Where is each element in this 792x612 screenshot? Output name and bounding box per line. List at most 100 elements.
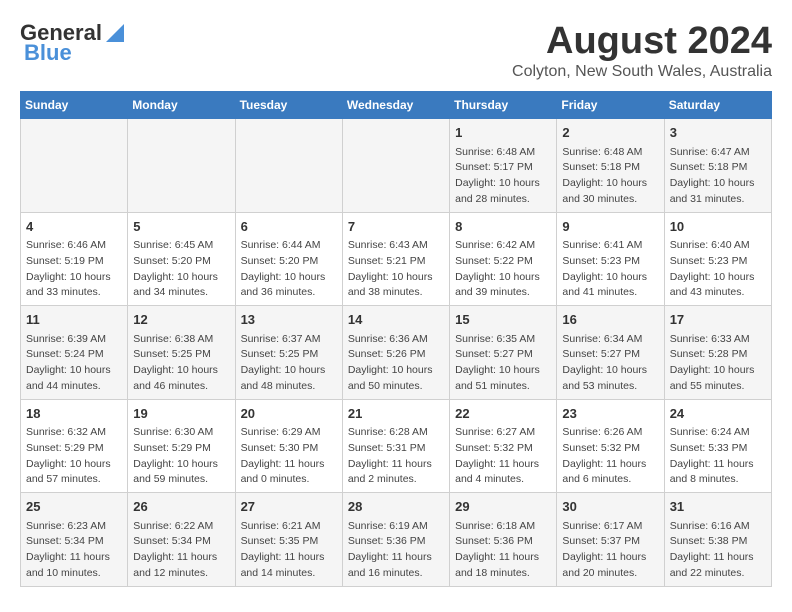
day-info: Sunrise: 6:34 AM Sunset: 5:27 PM Dayligh… <box>562 332 658 395</box>
day-info: Sunrise: 6:35 AM Sunset: 5:27 PM Dayligh… <box>455 332 551 395</box>
calendar-cell: 1Sunrise: 6:48 AM Sunset: 5:17 PM Daylig… <box>450 119 557 213</box>
column-header-saturday: Saturday <box>664 92 771 119</box>
day-info: Sunrise: 6:37 AM Sunset: 5:25 PM Dayligh… <box>241 332 337 395</box>
calendar-cell: 19Sunrise: 6:30 AM Sunset: 5:29 PM Dayli… <box>128 399 235 493</box>
column-header-sunday: Sunday <box>21 92 128 119</box>
calendar-cell: 25Sunrise: 6:23 AM Sunset: 5:34 PM Dayli… <box>21 493 128 587</box>
calendar-cell: 30Sunrise: 6:17 AM Sunset: 5:37 PM Dayli… <box>557 493 664 587</box>
day-number: 26 <box>133 497 229 517</box>
day-number: 16 <box>562 310 658 330</box>
day-number: 7 <box>348 217 444 237</box>
day-info: Sunrise: 6:16 AM Sunset: 5:38 PM Dayligh… <box>670 519 766 582</box>
day-number: 27 <box>241 497 337 517</box>
calendar-cell: 28Sunrise: 6:19 AM Sunset: 5:36 PM Dayli… <box>342 493 449 587</box>
calendar-cell <box>21 119 128 213</box>
calendar-cell: 29Sunrise: 6:18 AM Sunset: 5:36 PM Dayli… <box>450 493 557 587</box>
day-info: Sunrise: 6:41 AM Sunset: 5:23 PM Dayligh… <box>562 238 658 301</box>
calendar-cell <box>342 119 449 213</box>
title-area: August 2024 Colyton, New South Wales, Au… <box>512 20 772 81</box>
day-number: 5 <box>133 217 229 237</box>
day-info: Sunrise: 6:46 AM Sunset: 5:19 PM Dayligh… <box>26 238 122 301</box>
day-number: 29 <box>455 497 551 517</box>
calendar-cell: 9Sunrise: 6:41 AM Sunset: 5:23 PM Daylig… <box>557 212 664 306</box>
day-info: Sunrise: 6:38 AM Sunset: 5:25 PM Dayligh… <box>133 332 229 395</box>
day-number: 23 <box>562 404 658 424</box>
calendar-cell: 15Sunrise: 6:35 AM Sunset: 5:27 PM Dayli… <box>450 306 557 400</box>
calendar-cell: 10Sunrise: 6:40 AM Sunset: 5:23 PM Dayli… <box>664 212 771 306</box>
day-info: Sunrise: 6:48 AM Sunset: 5:17 PM Dayligh… <box>455 145 551 208</box>
logo: General Blue <box>20 20 124 66</box>
day-number: 19 <box>133 404 229 424</box>
calendar-cell <box>235 119 342 213</box>
column-header-thursday: Thursday <box>450 92 557 119</box>
calendar-body: 1Sunrise: 6:48 AM Sunset: 5:17 PM Daylig… <box>21 119 772 587</box>
calendar-cell: 6Sunrise: 6:44 AM Sunset: 5:20 PM Daylig… <box>235 212 342 306</box>
day-info: Sunrise: 6:39 AM Sunset: 5:24 PM Dayligh… <box>26 332 122 395</box>
day-info: Sunrise: 6:42 AM Sunset: 5:22 PM Dayligh… <box>455 238 551 301</box>
day-number: 22 <box>455 404 551 424</box>
calendar-cell: 5Sunrise: 6:45 AM Sunset: 5:20 PM Daylig… <box>128 212 235 306</box>
week-row-5: 25Sunrise: 6:23 AM Sunset: 5:34 PM Dayli… <box>21 493 772 587</box>
calendar-cell: 31Sunrise: 6:16 AM Sunset: 5:38 PM Dayli… <box>664 493 771 587</box>
day-number: 8 <box>455 217 551 237</box>
day-number: 3 <box>670 123 766 143</box>
day-number: 30 <box>562 497 658 517</box>
day-info: Sunrise: 6:27 AM Sunset: 5:32 PM Dayligh… <box>455 425 551 488</box>
day-info: Sunrise: 6:21 AM Sunset: 5:35 PM Dayligh… <box>241 519 337 582</box>
day-info: Sunrise: 6:19 AM Sunset: 5:36 PM Dayligh… <box>348 519 444 582</box>
sub-title: Colyton, New South Wales, Australia <box>512 63 772 81</box>
day-number: 10 <box>670 217 766 237</box>
day-info: Sunrise: 6:40 AM Sunset: 5:23 PM Dayligh… <box>670 238 766 301</box>
calendar-cell: 23Sunrise: 6:26 AM Sunset: 5:32 PM Dayli… <box>557 399 664 493</box>
day-info: Sunrise: 6:26 AM Sunset: 5:32 PM Dayligh… <box>562 425 658 488</box>
calendar-cell: 3Sunrise: 6:47 AM Sunset: 5:18 PM Daylig… <box>664 119 771 213</box>
calendar-cell: 11Sunrise: 6:39 AM Sunset: 5:24 PM Dayli… <box>21 306 128 400</box>
day-info: Sunrise: 6:48 AM Sunset: 5:18 PM Dayligh… <box>562 145 658 208</box>
day-info: Sunrise: 6:28 AM Sunset: 5:31 PM Dayligh… <box>348 425 444 488</box>
day-number: 20 <box>241 404 337 424</box>
column-header-friday: Friday <box>557 92 664 119</box>
page-header: General Blue August 2024 Colyton, New So… <box>20 20 772 81</box>
day-info: Sunrise: 6:24 AM Sunset: 5:33 PM Dayligh… <box>670 425 766 488</box>
day-number: 12 <box>133 310 229 330</box>
calendar-cell: 18Sunrise: 6:32 AM Sunset: 5:29 PM Dayli… <box>21 399 128 493</box>
day-info: Sunrise: 6:30 AM Sunset: 5:29 PM Dayligh… <box>133 425 229 488</box>
column-header-monday: Monday <box>128 92 235 119</box>
day-info: Sunrise: 6:44 AM Sunset: 5:20 PM Dayligh… <box>241 238 337 301</box>
week-row-4: 18Sunrise: 6:32 AM Sunset: 5:29 PM Dayli… <box>21 399 772 493</box>
calendar-table: SundayMondayTuesdayWednesdayThursdayFrid… <box>20 91 772 587</box>
day-info: Sunrise: 6:17 AM Sunset: 5:37 PM Dayligh… <box>562 519 658 582</box>
calendar-cell: 12Sunrise: 6:38 AM Sunset: 5:25 PM Dayli… <box>128 306 235 400</box>
day-number: 6 <box>241 217 337 237</box>
logo-blue: Blue <box>20 40 72 66</box>
calendar-cell: 8Sunrise: 6:42 AM Sunset: 5:22 PM Daylig… <box>450 212 557 306</box>
day-info: Sunrise: 6:33 AM Sunset: 5:28 PM Dayligh… <box>670 332 766 395</box>
calendar-cell: 4Sunrise: 6:46 AM Sunset: 5:19 PM Daylig… <box>21 212 128 306</box>
day-number: 28 <box>348 497 444 517</box>
day-info: Sunrise: 6:32 AM Sunset: 5:29 PM Dayligh… <box>26 425 122 488</box>
week-row-3: 11Sunrise: 6:39 AM Sunset: 5:24 PM Dayli… <box>21 306 772 400</box>
calendar-cell: 7Sunrise: 6:43 AM Sunset: 5:21 PM Daylig… <box>342 212 449 306</box>
column-header-tuesday: Tuesday <box>235 92 342 119</box>
day-info: Sunrise: 6:22 AM Sunset: 5:34 PM Dayligh… <box>133 519 229 582</box>
calendar-cell: 24Sunrise: 6:24 AM Sunset: 5:33 PM Dayli… <box>664 399 771 493</box>
calendar-cell: 16Sunrise: 6:34 AM Sunset: 5:27 PM Dayli… <box>557 306 664 400</box>
day-info: Sunrise: 6:36 AM Sunset: 5:26 PM Dayligh… <box>348 332 444 395</box>
day-number: 15 <box>455 310 551 330</box>
day-info: Sunrise: 6:29 AM Sunset: 5:30 PM Dayligh… <box>241 425 337 488</box>
day-number: 2 <box>562 123 658 143</box>
calendar-cell: 17Sunrise: 6:33 AM Sunset: 5:28 PM Dayli… <box>664 306 771 400</box>
day-info: Sunrise: 6:43 AM Sunset: 5:21 PM Dayligh… <box>348 238 444 301</box>
day-number: 4 <box>26 217 122 237</box>
calendar-header-row: SundayMondayTuesdayWednesdayThursdayFrid… <box>21 92 772 119</box>
calendar-cell: 21Sunrise: 6:28 AM Sunset: 5:31 PM Dayli… <box>342 399 449 493</box>
logo-arrow-icon <box>106 24 124 42</box>
day-info: Sunrise: 6:18 AM Sunset: 5:36 PM Dayligh… <box>455 519 551 582</box>
day-number: 14 <box>348 310 444 330</box>
day-number: 25 <box>26 497 122 517</box>
calendar-cell: 2Sunrise: 6:48 AM Sunset: 5:18 PM Daylig… <box>557 119 664 213</box>
day-info: Sunrise: 6:45 AM Sunset: 5:20 PM Dayligh… <box>133 238 229 301</box>
day-number: 1 <box>455 123 551 143</box>
week-row-1: 1Sunrise: 6:48 AM Sunset: 5:17 PM Daylig… <box>21 119 772 213</box>
calendar-cell: 13Sunrise: 6:37 AM Sunset: 5:25 PM Dayli… <box>235 306 342 400</box>
